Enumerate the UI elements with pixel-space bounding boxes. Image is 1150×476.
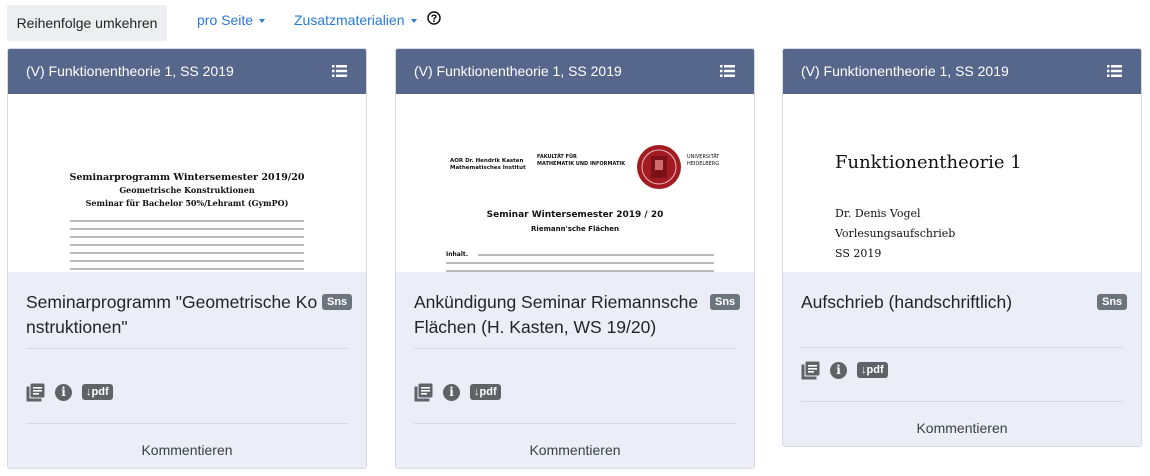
per-page-dropdown[interactable]: pro Seite — [197, 5, 266, 35]
divider — [26, 423, 348, 424]
card-header: (V) Funktionentheorie 1, SS 2019 — [8, 49, 366, 94]
materials-dropdown[interactable]: Zusatzmaterialien — [294, 5, 417, 35]
document-card: (V) Funktionentheorie 1, SS 2019 AOR Dr.… — [395, 48, 755, 469]
document-title-line: nstruktionen" — [26, 317, 128, 337]
preview-subtitle: Geometrische Konstruktionen — [119, 185, 255, 195]
list-menu-icon[interactable] — [1107, 65, 1122, 77]
card-body: Seminarprogramm "Geometrische Ko nstrukt… — [8, 272, 366, 468]
document-card: (V) Funktionentheorie 1, SS 2019 Funktio… — [782, 48, 1142, 447]
document-title-line: Seminarprogramm "Geometrische Ko — [26, 292, 318, 312]
preview-text-line — [70, 260, 304, 262]
preview-university-block: UNIVERSITÄT HEIDELBERG — [687, 154, 719, 168]
preview-text-line — [70, 228, 304, 230]
per-page-label: pro Seite — [197, 12, 254, 28]
preview-heading: Seminarprogramm Wintersemester 2019/20 — [69, 172, 305, 183]
preview-text-line — [70, 244, 304, 246]
chevron-down-icon — [259, 18, 266, 23]
materials-label: Zusatzmaterialien — [294, 12, 405, 28]
toolbar: Reihenfolge umkehren — [7, 5, 167, 41]
tag-badge: Sns — [710, 294, 741, 310]
preview-semester: SS 2019 — [835, 247, 882, 260]
card-header: (V) Funktionentheorie 1, SS 2019 — [783, 49, 1141, 94]
document-title-line: Flächen (H. Kasten, WS 19/20) — [414, 317, 657, 337]
divider — [414, 348, 736, 349]
info-icon[interactable]: i — [830, 361, 847, 379]
card-header-title: (V) Funktionentheorie 1, SS 2019 — [26, 63, 234, 79]
preview-text-line — [70, 220, 304, 222]
preview-author: Dr. Denis Vogel — [835, 207, 921, 220]
document-title[interactable]: Seminarprogramm "Geometrische Ko nstrukt… — [26, 290, 317, 340]
download-pdf-button[interactable]: ↓pdf — [470, 384, 501, 400]
divider — [801, 401, 1123, 402]
preview-text-line — [446, 262, 714, 264]
document-title[interactable]: Aufschrieb (handschriftlich) — [801, 290, 1012, 315]
preview-faculty-block: FAKULTÄT FÜR MATHEMATIK UND INFORMATIK — [537, 154, 625, 168]
card-header: (V) Funktionentheorie 1, SS 2019 — [396, 49, 754, 94]
divider — [801, 347, 1123, 348]
preview-text-line — [70, 268, 304, 270]
comment-button[interactable]: Kommentieren — [396, 442, 754, 458]
preview-inhalt-label: Inhalt. — [446, 251, 469, 258]
action-bar: i ↓pdf — [801, 360, 888, 380]
preview-author: AOR Dr. Hendrik Kasten — [450, 158, 524, 164]
document-title-line: Ankündigung Seminar Riemannsche — [414, 292, 699, 312]
preview-subtitle: Seminar für Bachelor 50%/Lehramt (GymPO) — [85, 198, 289, 208]
tag-badge: Sns — [322, 294, 353, 310]
info-icon[interactable]: i — [443, 383, 460, 401]
preview-institute: Mathematisches Institut — [450, 165, 526, 171]
preview-author-block: AOR Dr. Hendrik Kasten Mathematisches In… — [450, 158, 526, 172]
action-bar: i ↓pdf — [26, 382, 113, 402]
card-body: Ankündigung Seminar Riemannsche Flächen … — [396, 272, 754, 468]
info-icon[interactable]: i — [55, 383, 72, 401]
card-header-title: (V) Funktionentheorie 1, SS 2019 — [801, 63, 1009, 79]
preview-heading: Funktionentheorie 1 — [835, 152, 1022, 173]
preview-faculty: FAKULTÄT FÜR — [537, 154, 577, 160]
preview-subtitle: Riemann'sche Flächen — [531, 225, 619, 233]
comment-button[interactable]: Kommentieren — [8, 442, 366, 458]
list-menu-icon[interactable] — [720, 65, 735, 77]
preview-university: HEIDELBERG — [687, 161, 720, 167]
list-menu-icon[interactable] — [332, 65, 347, 77]
preview-faculty: MATHEMATIK UND INFORMATIK — [537, 161, 626, 167]
document-card: (V) Funktionentheorie 1, SS 2019 Seminar… — [7, 48, 367, 469]
preview-university: UNIVERSITÄT — [687, 154, 720, 160]
tag-badge: Sns — [1097, 294, 1128, 310]
help-circle-icon[interactable] — [427, 11, 441, 25]
university-seal-logo — [637, 145, 681, 189]
preview-text-line — [478, 254, 714, 256]
action-bar: i ↓pdf — [414, 382, 501, 402]
copy-collection-icon[interactable] — [414, 383, 433, 402]
comment-button[interactable]: Kommentieren — [783, 420, 1141, 436]
copy-collection-icon[interactable] — [801, 361, 820, 380]
document-title[interactable]: Ankündigung Seminar Riemannsche Flächen … — [414, 290, 698, 340]
document-preview[interactable]: Funktionentheorie 1 Dr. Denis Vogel Vorl… — [783, 94, 1141, 272]
document-title-line: Aufschrieb (handschriftlich) — [801, 292, 1013, 312]
preview-heading: Seminar Wintersemester 2019 / 20 — [486, 210, 664, 220]
download-pdf-button[interactable]: ↓pdf — [82, 384, 113, 400]
download-pdf-button[interactable]: ↓pdf — [857, 362, 888, 378]
reverse-order-button[interactable]: Reihenfolge umkehren — [7, 5, 167, 41]
divider — [414, 423, 736, 424]
preview-text-line — [70, 252, 304, 254]
card-body: Aufschrieb (handschriftlich) Sns i ↓pdf … — [783, 272, 1141, 446]
copy-collection-icon[interactable] — [26, 383, 45, 402]
divider — [26, 348, 348, 349]
preview-doc-type: Vorlesungsaufschrieb — [835, 227, 956, 240]
chevron-down-icon — [410, 18, 417, 23]
preview-text-line — [70, 236, 304, 238]
card-header-title: (V) Funktionentheorie 1, SS 2019 — [414, 63, 622, 79]
document-preview[interactable]: Seminarprogramm Wintersemester 2019/20 G… — [8, 94, 366, 272]
document-preview[interactable]: AOR Dr. Hendrik Kasten Mathematisches In… — [396, 94, 754, 272]
